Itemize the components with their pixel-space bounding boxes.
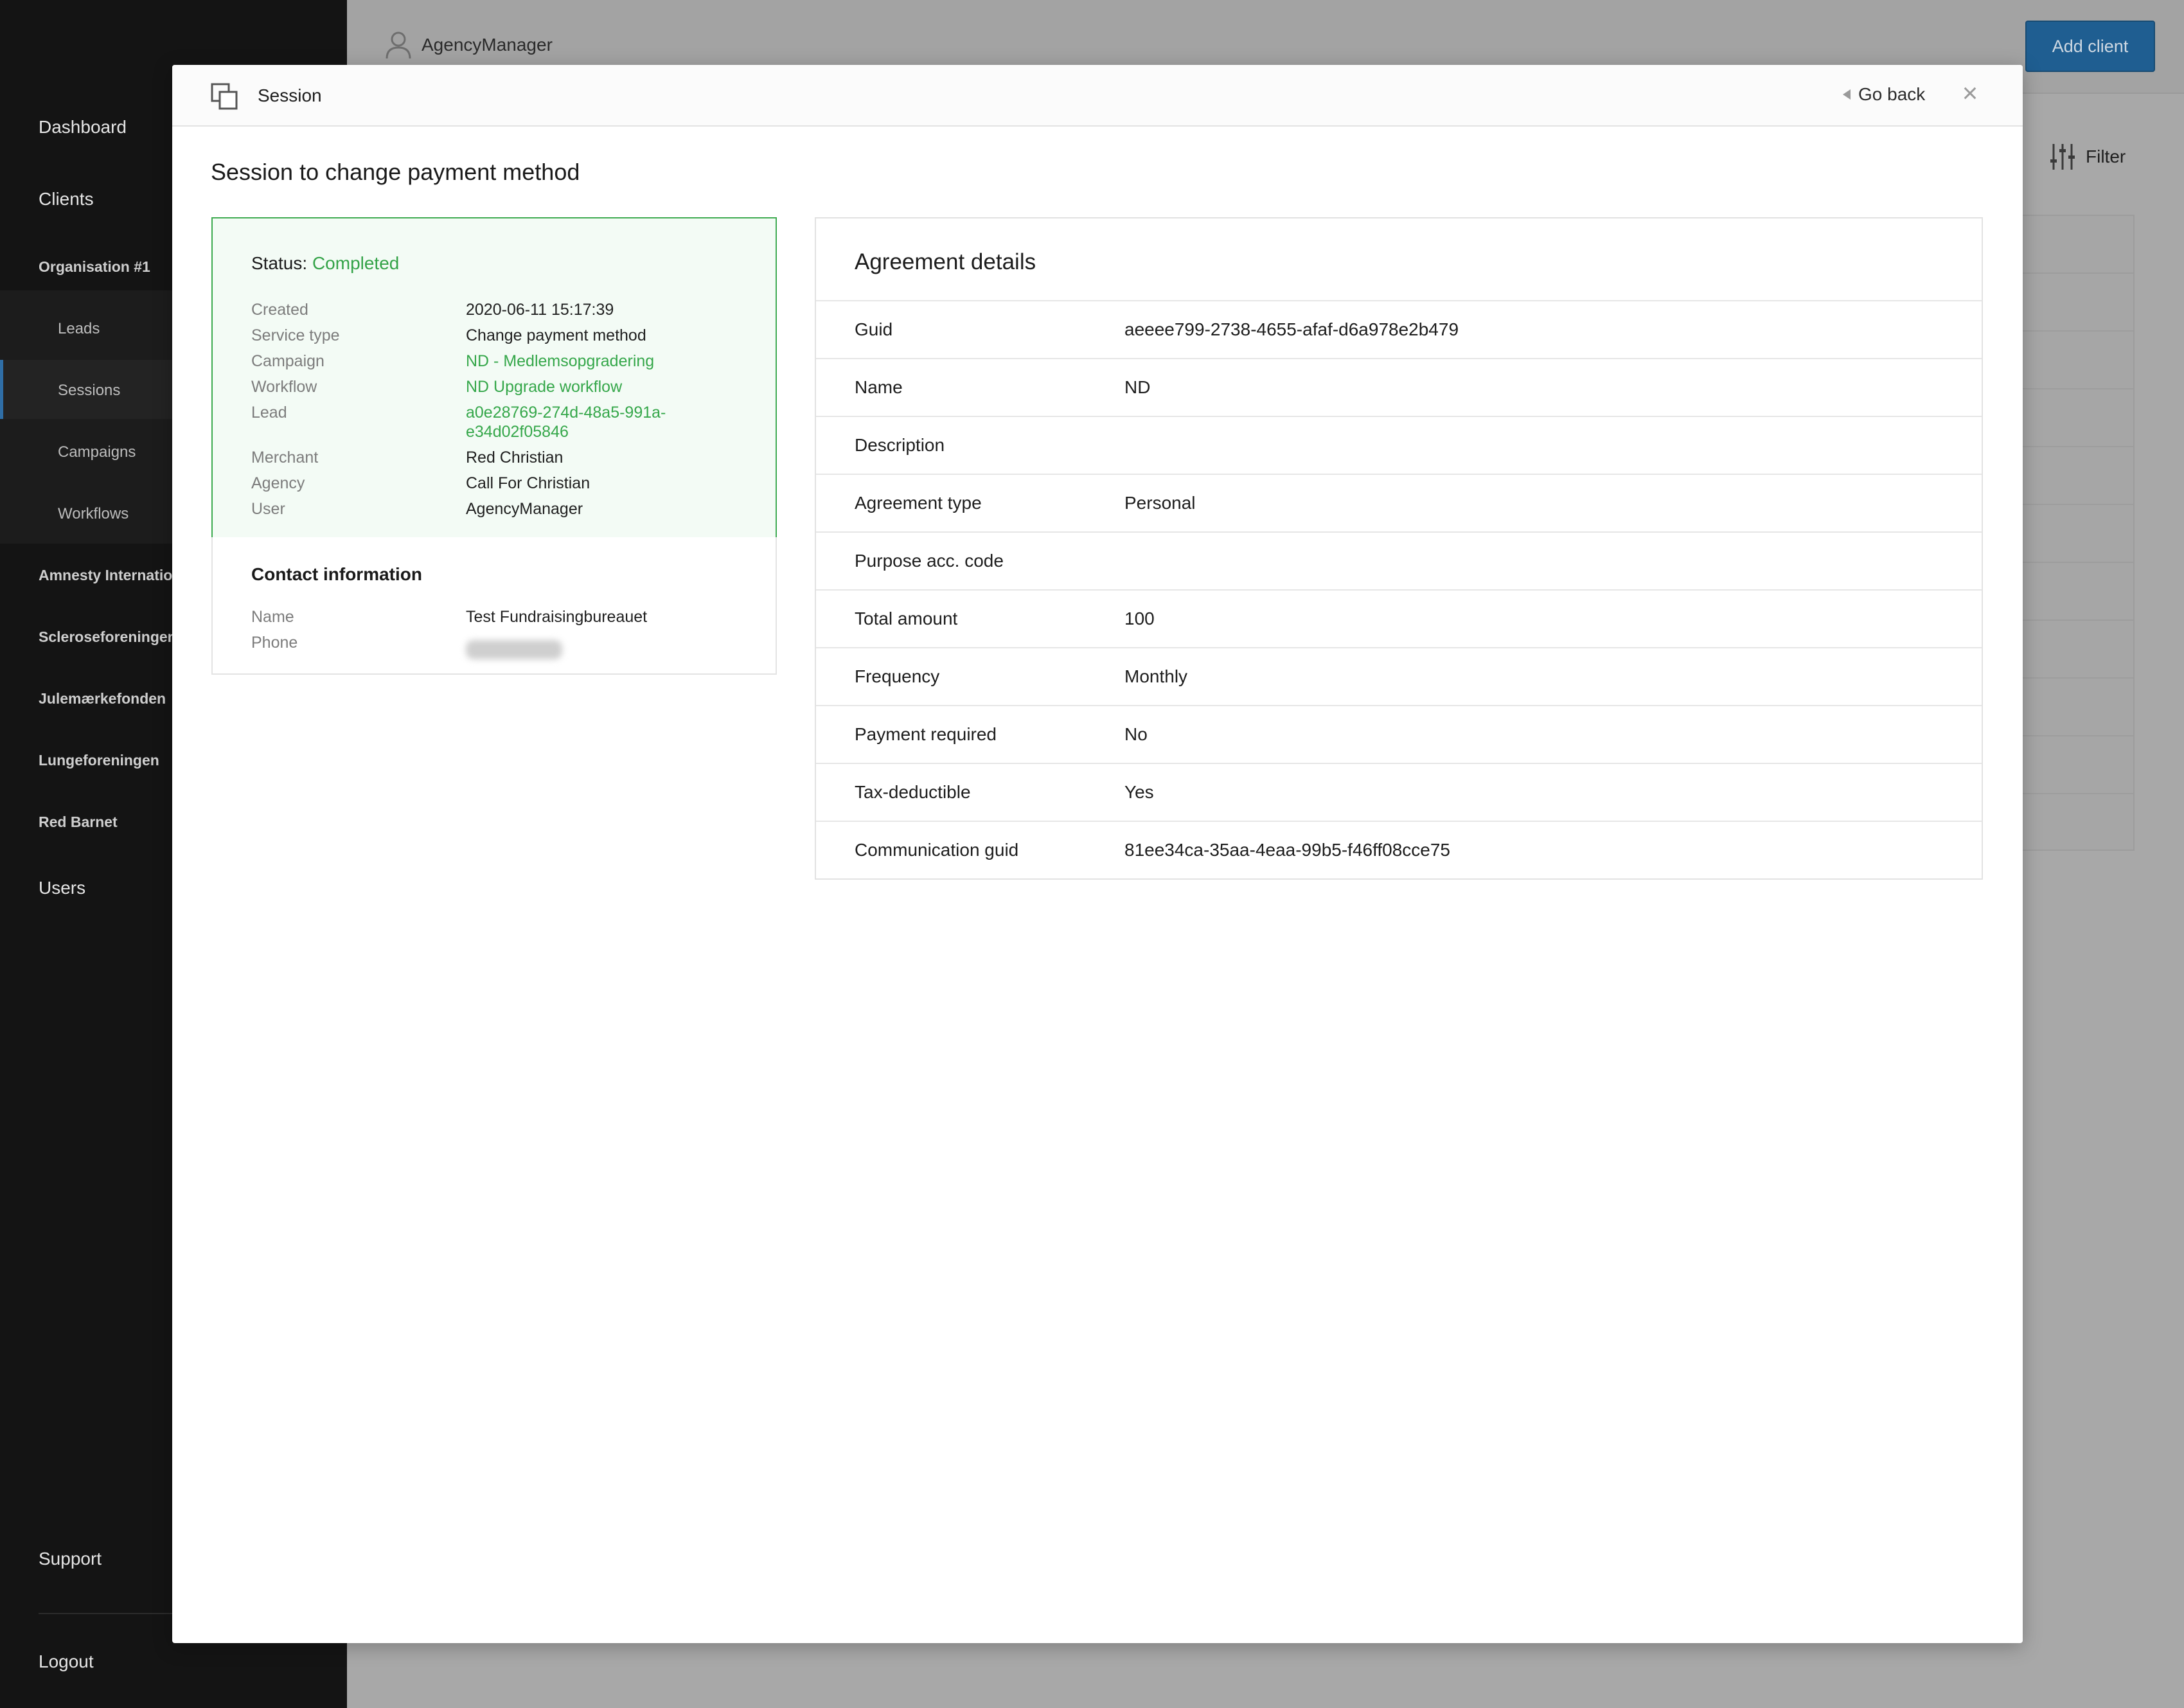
sidebar-item-dashboard[interactable]: Dashboard (39, 117, 127, 138)
contact-information-title: Contact information (251, 564, 422, 584)
user-icon (386, 31, 411, 59)
go-back-button[interactable]: Go back (1843, 84, 1925, 105)
table-row: Description (816, 416, 1982, 474)
table-row: Frequency Monthly (816, 647, 1982, 705)
sidebar-item-leads[interactable]: Leads (58, 320, 100, 338)
session-status-card: Status: Completed Created 2020-06-11 15:… (211, 217, 777, 538)
agreement-type-value: Personal (1124, 493, 1196, 513)
filter-sliders-icon (2050, 144, 2075, 170)
frequency-value: Monthly (1124, 666, 1188, 686)
table-row: Purpose acc. code (816, 531, 1982, 589)
merchant-label: Merchant (251, 449, 319, 467)
communication-guid-label: Communication guid (855, 840, 1019, 860)
guid-value: aeeee799-2738-4655-afaf-d6a978e2b479 (1124, 319, 1459, 339)
lead-label: Lead (251, 404, 287, 422)
agency-label: Agency (251, 474, 305, 492)
frequency-label: Frequency (855, 666, 940, 686)
agency-value: Call For Christian (466, 474, 590, 492)
workflow-label: Workflow (251, 378, 317, 396)
sidebar-item-organisation-1[interactable]: Organisation #1 (39, 258, 150, 276)
modal-title: Session (258, 85, 322, 105)
name-value: ND (1124, 377, 1151, 397)
agreement-type-label: Agreement type (855, 493, 982, 513)
window-copy-icon (211, 83, 238, 110)
status-line: Status: Completed (251, 253, 399, 274)
tax-deductible-label: Tax-deductible (855, 782, 971, 802)
active-item-indicator (0, 360, 3, 419)
sidebar-item-workflows[interactable]: Workflows (58, 505, 129, 523)
table-row: Tax-deductible Yes (816, 763, 1982, 821)
service-type-label: Service type (251, 326, 340, 344)
contact-phone-value-redacted (466, 640, 562, 659)
lead-link-line2[interactable]: e34d02f05846 (466, 423, 569, 441)
table-row: Guid aeeee799-2738-4655-afaf-d6a978e2b47… (816, 300, 1982, 358)
modal-header: Session Go back × (172, 65, 2023, 127)
contact-name-value: Test Fundraisingbureauet (466, 608, 648, 626)
agreement-details-table: Guid aeeee799-2738-4655-afaf-d6a978e2b47… (816, 300, 1982, 878)
purpose-acc-code-label: Purpose acc. code (855, 551, 1004, 571)
current-user-name[interactable]: AgencyManager (422, 35, 553, 55)
sidebar-item-clients[interactable]: Clients (39, 189, 94, 209)
table-row: Communication guid 81ee34ca-35aa-4eaa-99… (816, 821, 1982, 878)
session-modal: Session Go back × Session to change paym… (172, 65, 2023, 1643)
sidebar-item-sessions[interactable]: Sessions (58, 382, 120, 400)
payment-required-value: No (1124, 724, 1148, 744)
tax-deductible-value: Yes (1124, 782, 1154, 802)
sidebar-item-red-barnet[interactable]: Red Barnet (39, 814, 118, 831)
sidebar-item-users[interactable]: Users (39, 878, 85, 898)
go-back-label: Go back (1858, 84, 1926, 104)
name-label: Name (855, 377, 903, 397)
page-title: Session to change payment method (211, 159, 580, 185)
lead-link-line1[interactable]: a0e28769-274d-48a5-991a- (466, 404, 666, 422)
sidebar-item-campaigns[interactable]: Campaigns (58, 443, 136, 461)
filter-label: Filter (2086, 147, 2126, 166)
campaign-link[interactable]: ND - Medlemsopgradering (466, 352, 654, 371)
service-type-value: Change payment method (466, 326, 646, 344)
filter-button[interactable]: Filter (2050, 143, 2126, 171)
workflow-link[interactable]: ND Upgrade workflow (466, 378, 622, 396)
background-table (2021, 215, 2135, 851)
contact-phone-label: Phone (251, 634, 298, 652)
campaign-label: Campaign (251, 352, 324, 370)
created-value: 2020-06-11 15:17:39 (466, 301, 614, 319)
agreement-details-title: Agreement details (855, 249, 1036, 274)
table-row: Total amount 100 (816, 589, 1982, 647)
created-label: Created (251, 301, 308, 319)
sidebar-item-support[interactable]: Support (39, 1549, 102, 1569)
guid-label: Guid (855, 319, 893, 339)
sidebar-item-logout[interactable]: Logout (39, 1651, 94, 1672)
communication-guid-value: 81ee34ca-35aa-4eaa-99b5-f46ff08cce75 (1124, 840, 1451, 860)
status-badge: Completed (312, 253, 400, 273)
sidebar-item-amnesty-international[interactable]: Amnesty International (39, 567, 194, 584)
sidebar-item-julemaerkefonden[interactable]: Julemærkefonden (39, 690, 166, 707)
status-label: Status: (251, 253, 308, 273)
agreement-details-card: Agreement details Guid aeeee799-2738-465… (815, 217, 1983, 880)
table-row: Name ND (816, 358, 1982, 416)
sidebar-item-scleroseforeningen[interactable]: Scleroseforeningen (39, 628, 177, 646)
total-amount-label: Total amount (855, 609, 958, 628)
description-label: Description (855, 435, 945, 455)
user-value: AgencyManager (466, 500, 583, 518)
add-client-button[interactable]: Add client (2025, 21, 2155, 72)
table-row: Agreement type Personal (816, 474, 1982, 531)
total-amount-value: 100 (1124, 609, 1155, 628)
chevron-left-icon (1843, 89, 1851, 100)
sidebar-item-lungeforeningen[interactable]: Lungeforeningen (39, 752, 159, 769)
merchant-value: Red Christian (466, 449, 564, 467)
close-icon[interactable]: × (1958, 80, 1982, 107)
contact-information-card: Contact information Name Test Fundraisin… (211, 537, 777, 675)
contact-name-label: Name (251, 608, 294, 626)
payment-required-label: Payment required (855, 724, 997, 744)
user-label: User (251, 500, 285, 518)
table-row: Payment required No (816, 705, 1982, 763)
